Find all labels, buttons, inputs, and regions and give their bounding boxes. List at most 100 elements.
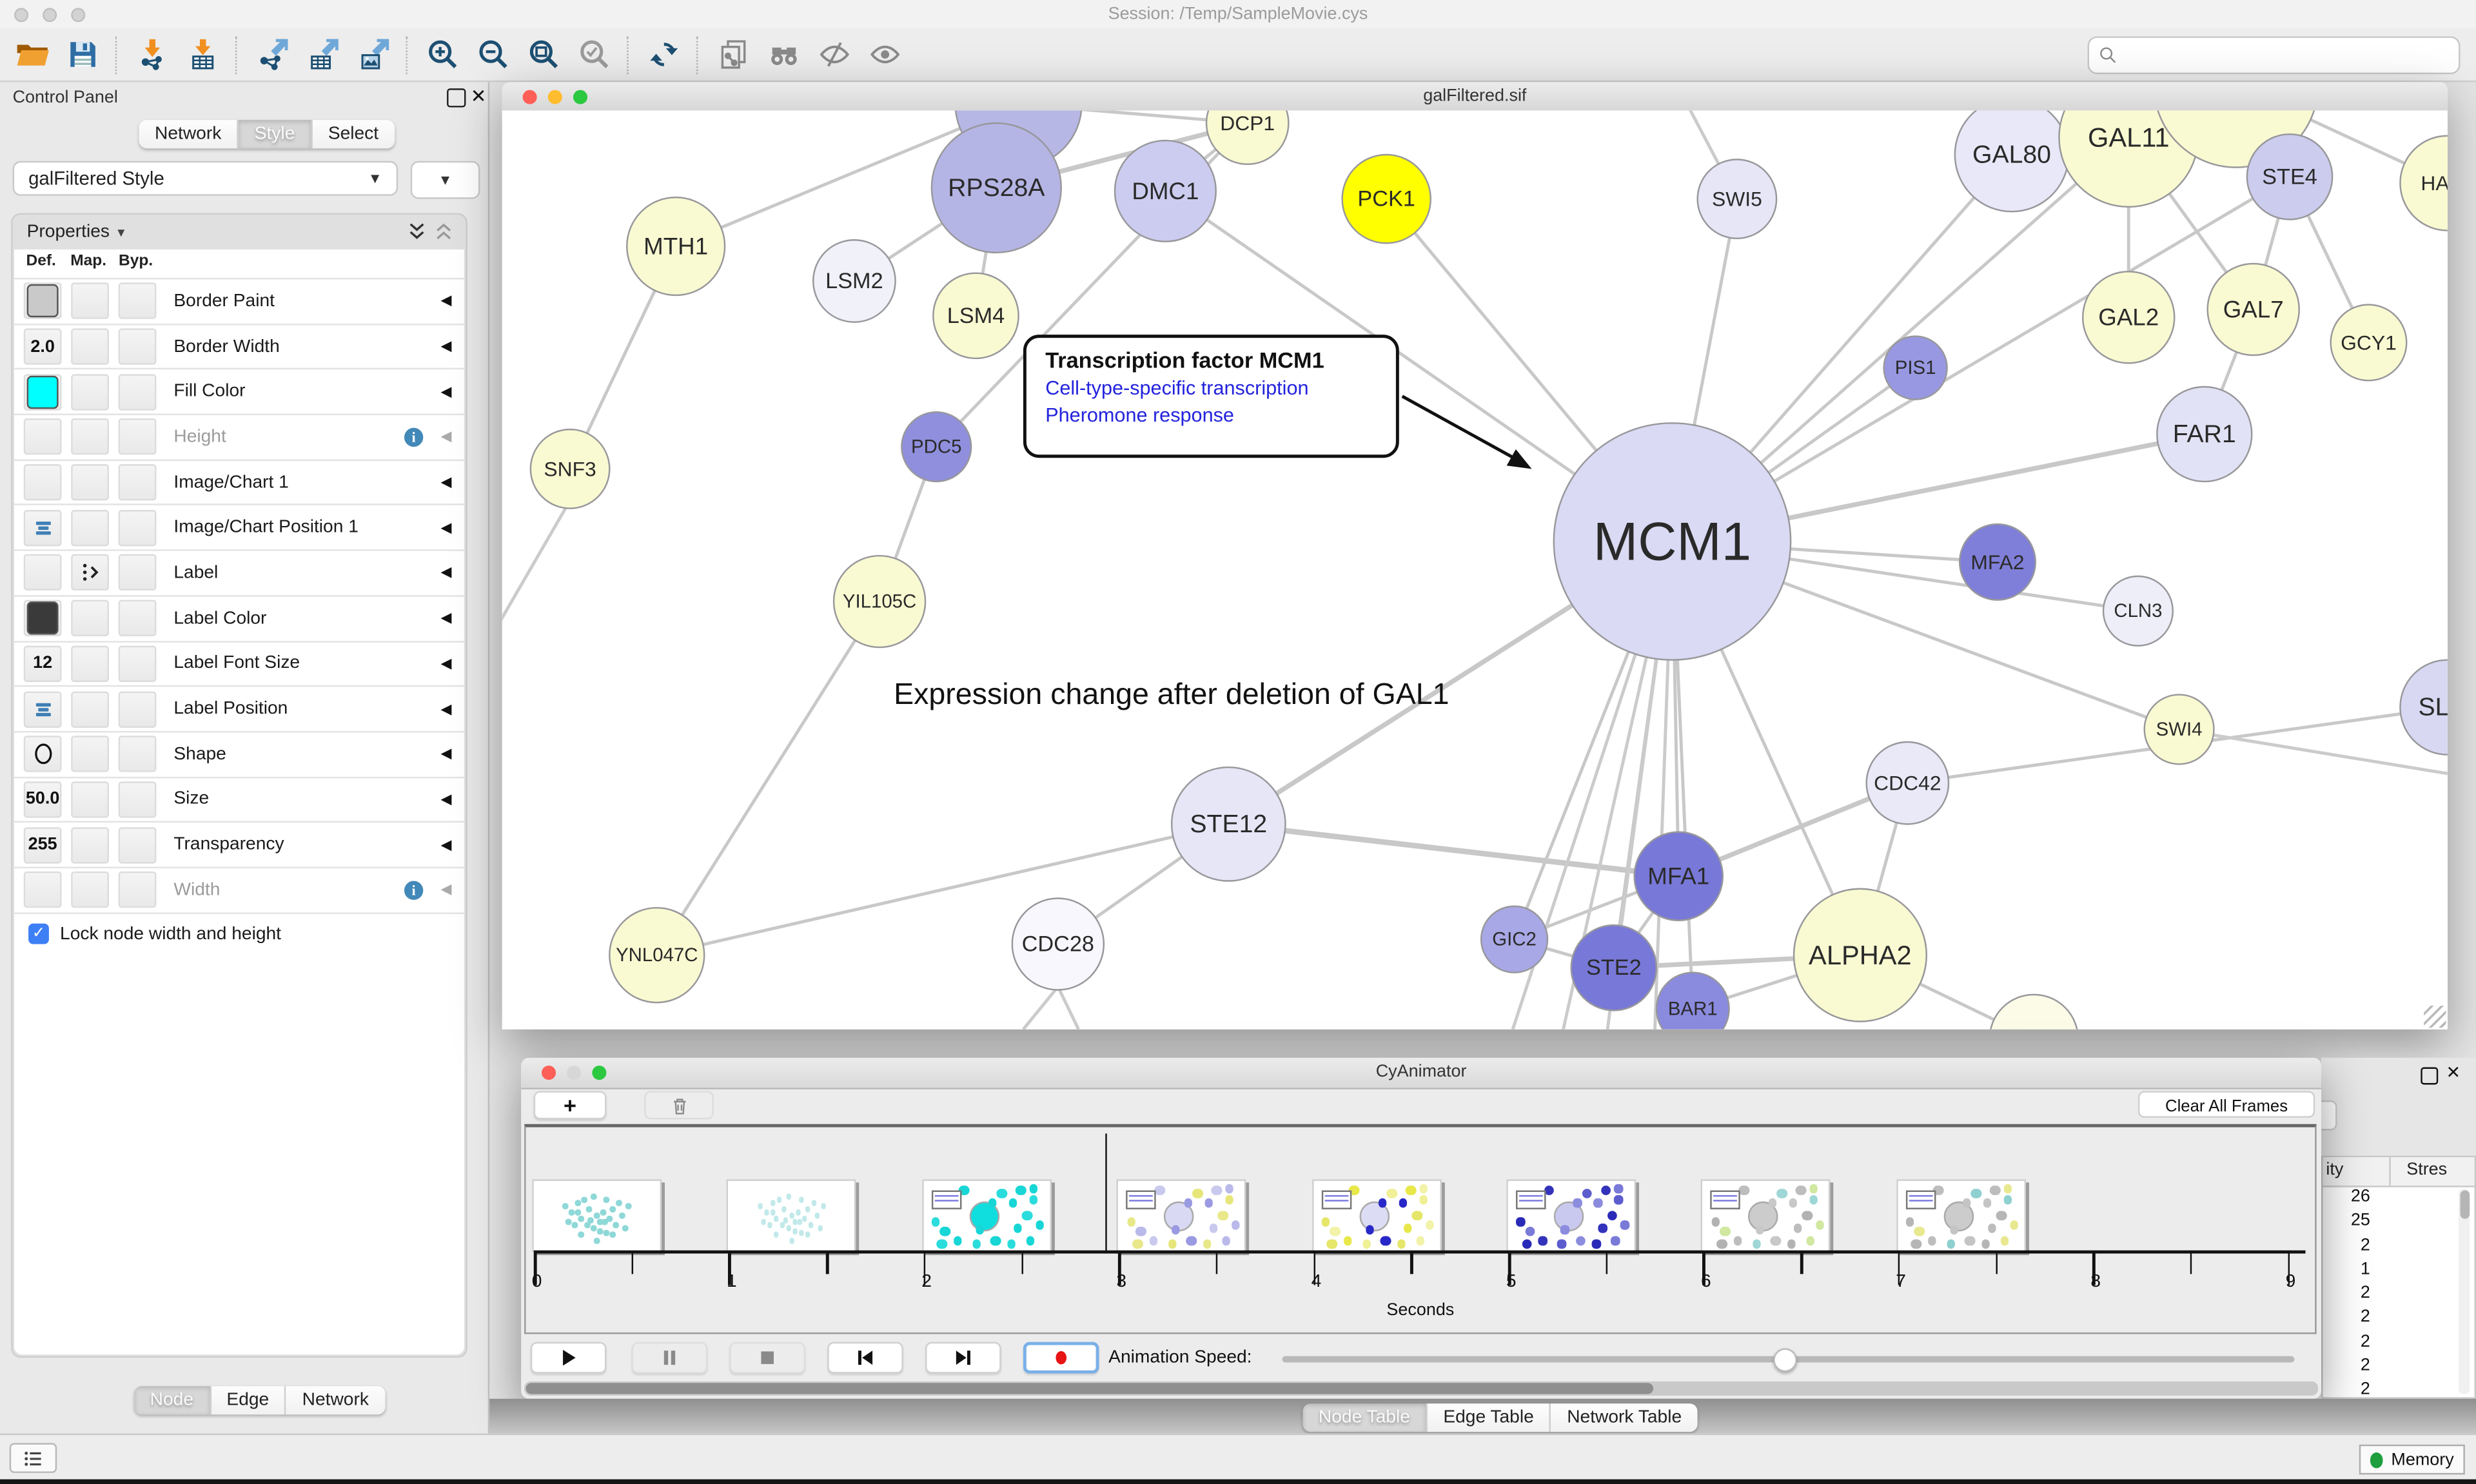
zoom-in-button[interactable] — [418, 32, 466, 77]
network-node-HAP2[interactable]: HAP2 — [2400, 136, 2447, 231]
mapping-cell[interactable] — [71, 555, 109, 591]
property-row-label-position[interactable]: Label Position◀ — [14, 685, 464, 730]
lock-node-size-checkbox[interactable]: ✓ — [28, 924, 49, 944]
record-button[interactable] — [1023, 1342, 1099, 1374]
default-value-cell[interactable]: 12 — [24, 645, 62, 681]
bypass-cell[interactable] — [119, 691, 157, 727]
table-cell-value[interactable]: 2 — [2323, 1356, 2370, 1380]
task-history-button[interactable] — [10, 1443, 57, 1473]
expand-row-arrow[interactable]: ◀ — [440, 791, 451, 808]
expand-row-arrow[interactable]: ◀ — [440, 293, 451, 310]
network-node-PIS1[interactable]: PIS1 — [1884, 337, 1947, 400]
network-node-RPS28A[interactable]: RPS28A — [932, 123, 1061, 253]
mapping-cell[interactable] — [71, 509, 109, 545]
expand-row-arrow[interactable]: ◀ — [440, 429, 451, 446]
refresh-button[interactable] — [640, 32, 687, 77]
style-selector-dropdown[interactable]: galFiltered Style ▼ — [13, 161, 398, 196]
property-row-label[interactable]: Label◀ — [14, 550, 464, 595]
open-folder-button[interactable] — [8, 32, 55, 77]
default-value-cell[interactable] — [24, 419, 62, 455]
keyframe-thumbnail-3s[interactable] — [1117, 1179, 1246, 1252]
network-node-BAR1[interactable]: BAR1 — [1656, 973, 1729, 1030]
network-node-SWI5[interactable]: SWI5 — [1698, 159, 1776, 238]
network-node-ALPHA2[interactable]: ALPHA2 — [1794, 889, 1927, 1022]
network-node-GAL2[interactable]: GAL2 — [2083, 271, 2174, 363]
hide-selected-button[interactable] — [810, 32, 857, 77]
network-node-DMC1[interactable]: DMC1 — [1115, 141, 1216, 242]
network-node-SWI4[interactable]: SWI4 — [2145, 695, 2214, 765]
bypass-cell[interactable] — [119, 826, 157, 863]
network-node-STE4[interactable]: STE4 — [2247, 134, 2332, 219]
mapping-cell[interactable] — [71, 872, 109, 908]
network-node-GIC2[interactable]: GIC2 — [1481, 906, 1548, 973]
export-table-button[interactable] — [299, 32, 346, 77]
network-node-CDC28[interactable]: CDC28 — [1012, 898, 1104, 990]
expand-row-arrow[interactable]: ◀ — [440, 338, 451, 355]
timeline-panel[interactable]: 0123456789 Seconds — [524, 1124, 2317, 1334]
network-node-MCM1[interactable]: MCM1 — [1554, 423, 1791, 659]
clear-all-frames-button[interactable]: Clear All Frames — [2138, 1091, 2315, 1118]
column-header[interactable]: Stres — [2391, 1157, 2475, 1186]
default-value-cell[interactable] — [24, 509, 62, 545]
network-node-LSM2[interactable]: LSM2 — [813, 240, 895, 322]
network-node-STE2[interactable]: STE2 — [1571, 925, 1656, 1010]
default-value-cell[interactable] — [24, 691, 62, 727]
network-node-PDC5[interactable]: PDC5 — [901, 412, 971, 482]
save-button[interactable] — [59, 32, 106, 77]
keyframe-thumbnail-6s[interactable] — [1702, 1179, 1831, 1252]
properties-header[interactable]: Properties▾ — [13, 215, 466, 249]
default-value-cell[interactable]: 2.0 — [24, 328, 62, 364]
search-box[interactable] — [2088, 36, 2461, 74]
timeline-horizontal-scrollbar[interactable] — [524, 1381, 2318, 1396]
expand-row-arrow[interactable]: ◀ — [440, 474, 451, 491]
expand-row-arrow[interactable]: ◀ — [440, 836, 451, 854]
pause-button[interactable] — [632, 1342, 708, 1374]
mapping-cell[interactable] — [71, 374, 109, 410]
bypass-cell[interactable] — [119, 419, 157, 455]
network-node-CDC42[interactable]: CDC42 — [1867, 742, 1949, 824]
zoom-selected-button[interactable] — [570, 32, 617, 77]
window-resize-grip[interactable] — [2424, 1006, 2446, 1028]
column-header[interactable]: ity — [2323, 1157, 2390, 1186]
tab-node-table[interactable]: Node Table — [1302, 1403, 1427, 1432]
add-frame-button[interactable]: + — [534, 1091, 607, 1119]
table-cell-value[interactable]: 2 — [2323, 1236, 2370, 1260]
tab-select[interactable]: Select — [312, 120, 394, 148]
default-value-cell[interactable] — [24, 736, 62, 772]
network-caption-annotation[interactable]: Expression change after deletion of GAL1 — [894, 679, 1557, 714]
expand-row-arrow[interactable]: ◀ — [440, 564, 451, 581]
play-button[interactable] — [531, 1342, 607, 1374]
network-node-YNL047C[interactable]: YNL047C — [609, 908, 704, 1002]
tab-style[interactable]: Style — [239, 120, 312, 148]
network-node-FAR1[interactable]: FAR1 — [2157, 387, 2252, 482]
network-annotation[interactable]: Transcription factor MCM1 Cell-type-spec… — [1023, 335, 1399, 458]
bypass-cell[interactable] — [119, 600, 157, 636]
table-scrollbar[interactable] — [2459, 1189, 2470, 1394]
mapping-cell[interactable] — [71, 645, 109, 681]
bypass-cell[interactable] — [119, 645, 157, 681]
expand-row-arrow[interactable]: ◀ — [440, 881, 451, 899]
table-cell-value[interactable]: 2 — [2323, 1332, 2370, 1356]
timeline-playhead[interactable] — [1105, 1133, 1106, 1250]
bypass-cell[interactable] — [119, 374, 157, 410]
mapping-cell[interactable] — [71, 691, 109, 727]
table-cell-value[interactable]: 2 — [2323, 1284, 2370, 1307]
table-cell-value[interactable]: 25 — [2323, 1211, 2370, 1235]
keyframe-thumbnail-1s[interactable] — [727, 1179, 856, 1252]
cyanimator-title-bar[interactable]: CyAnimator — [521, 1058, 2321, 1089]
bypass-cell[interactable] — [119, 555, 157, 591]
skip-to-end-button[interactable] — [925, 1342, 1001, 1374]
table-cell-value[interactable]: 2 — [2323, 1308, 2370, 1332]
animation-speed-slider[interactable] — [1282, 1356, 2295, 1363]
keyframe-thumbnail-7s[interactable] — [1896, 1179, 2026, 1252]
property-row-border-paint[interactable]: Border Paint◀ — [14, 278, 464, 323]
search-input[interactable] — [2124, 41, 2459, 70]
network-node-GCY1[interactable]: GCY1 — [2331, 305, 2407, 381]
tab-node-style[interactable]: Node — [134, 1386, 211, 1414]
close-panel-icon[interactable]: ✕ — [2446, 1062, 2461, 1083]
mapping-cell[interactable] — [71, 736, 109, 772]
property-row-transparency[interactable]: 255Transparency◀ — [14, 821, 464, 866]
property-row-border-width[interactable]: 2.0Border Width◀ — [14, 323, 464, 368]
expand-row-arrow[interactable]: ◀ — [440, 700, 451, 718]
annotation-link[interactable]: Pheromone response — [1045, 404, 1396, 426]
